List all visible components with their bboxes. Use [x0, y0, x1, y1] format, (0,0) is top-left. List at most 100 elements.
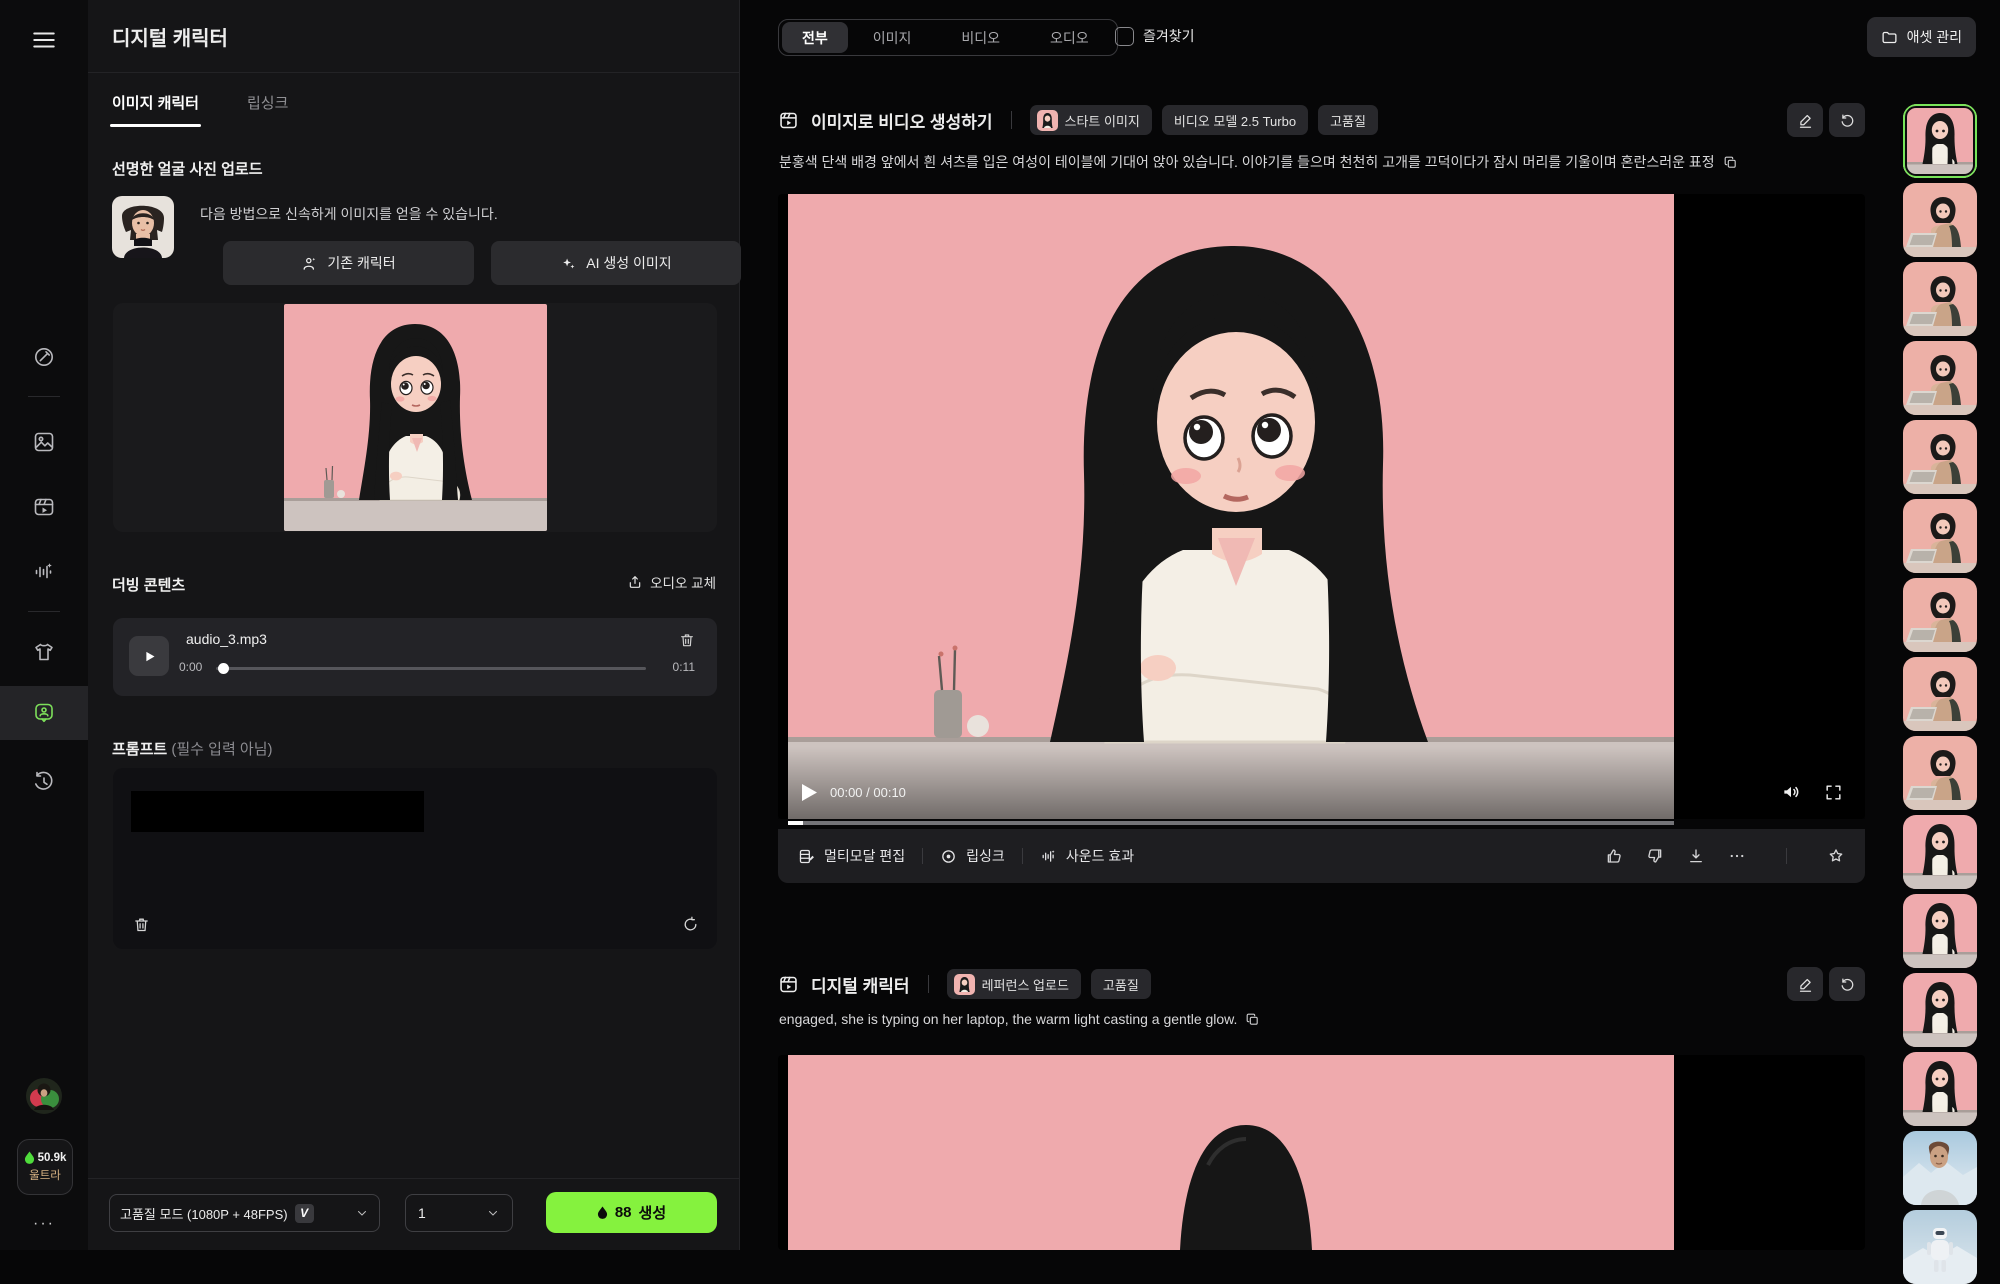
badge-레퍼런스 업로드[interactable]: 레퍼런스 업로드	[947, 969, 1081, 999]
digital-character-card: 디지털 캐릭터 레퍼런스 업로드고품질 engaged, she is typi…	[778, 967, 1865, 1250]
character-image-player[interactable]	[778, 1055, 1865, 1250]
history-thumbnail-6[interactable]	[1903, 499, 1977, 573]
history-thumbnail-14[interactable]	[1903, 1131, 1977, 1205]
prompt-label: 프롬프트	[112, 741, 167, 758]
more-options-icon[interactable]	[1728, 847, 1746, 865]
history-thumbnail-8[interactable]	[1903, 657, 1977, 731]
pencil-icon	[1797, 976, 1814, 993]
edit-button[interactable]	[1787, 103, 1823, 137]
generate-label: 생성	[639, 1202, 667, 1223]
wardrobe-tool-icon[interactable]	[0, 625, 88, 679]
generate-cost: 88	[615, 1204, 632, 1221]
existing-character-button[interactable]: 기존 캐릭터	[223, 241, 474, 285]
badge-label: 비디오 모델 2.5 Turbo	[1174, 111, 1296, 130]
credit-flame-icon	[24, 1151, 35, 1164]
badge-고품질[interactable]: 고품질	[1091, 969, 1151, 999]
history-thumbnail-11[interactable]	[1903, 894, 1977, 968]
upload-section-heading: 선명한 얼굴 사진 업로드	[112, 158, 263, 179]
history-thumbnail-9[interactable]	[1903, 736, 1977, 810]
audio-seek-bar[interactable]	[216, 667, 646, 670]
credits-badge[interactable]: 50.9k 울트라	[17, 1139, 73, 1195]
download-icon[interactable]	[1687, 847, 1705, 865]
filter-tab-비디오[interactable]: 비디오	[936, 22, 1025, 53]
hamburger-menu-icon[interactable]	[24, 22, 64, 58]
volume-icon[interactable]	[1781, 782, 1801, 802]
filter-tab-오디오[interactable]: 오디오	[1025, 22, 1114, 53]
action-사운드 효과[interactable]: 사운드 효과	[1040, 846, 1134, 866]
replace-audio-button[interactable]: 오디오 교체	[627, 572, 716, 592]
fullscreen-icon[interactable]	[1824, 783, 1843, 802]
prompt-textarea[interactable]	[113, 768, 717, 949]
regenerate-button[interactable]	[1829, 967, 1865, 1001]
favorite-star-icon[interactable]	[1827, 847, 1845, 865]
thumbs-down-icon[interactable]	[1646, 847, 1664, 865]
upload-hint: 다음 방법으로 신속하게 이미지를 얻을 수 있습니다.	[200, 204, 498, 224]
existing-character-label: 기존 캐릭터	[327, 253, 395, 273]
prompt-refresh-icon[interactable]	[682, 916, 699, 933]
divider	[922, 848, 923, 864]
badge-고품질[interactable]: 고품질	[1318, 105, 1378, 135]
badge-비디오 모델 2.5 Turbo[interactable]: 비디오 모델 2.5 Turbo	[1162, 105, 1308, 135]
favorites-toggle[interactable]: 즐겨찾기	[1115, 26, 1195, 46]
video-time: 00:00 / 00:10	[830, 785, 906, 800]
generation-count-select[interactable]: 1	[405, 1194, 513, 1232]
redo-icon	[1839, 112, 1856, 129]
creation-tool-icon[interactable]	[0, 330, 88, 384]
history-thumbnail-2[interactable]	[1903, 183, 1977, 257]
badge-avatar-thumbnail	[1037, 110, 1058, 131]
character-image-preview[interactable]	[113, 303, 717, 532]
regenerate-button[interactable]	[1829, 103, 1865, 137]
digital-character-tool-icon[interactable]	[0, 686, 88, 740]
audio-tool-icon[interactable]	[0, 545, 88, 599]
image-tool-icon[interactable]	[0, 415, 88, 469]
history-thumbnail-10[interactable]	[1903, 815, 1977, 889]
badge-스타트 이미지[interactable]: 스타트 이미지	[1030, 105, 1152, 135]
user-avatar[interactable]	[26, 1078, 62, 1114]
history-thumbnail-5[interactable]	[1903, 420, 1977, 494]
tab-lipsync[interactable]: 립싱크	[247, 92, 288, 127]
copy-icon[interactable]	[1723, 155, 1738, 170]
quality-mode-select[interactable]: 고품질 모드 (1080P + 48FPS) V	[109, 1194, 380, 1232]
video-tool-icon[interactable]	[0, 480, 88, 534]
thumbs-up-icon[interactable]	[1605, 847, 1623, 865]
action-멀티모달 편집[interactable]: 멀티모달 편집	[798, 846, 905, 866]
audio-play-button[interactable]	[129, 636, 169, 676]
panel-tabs: 이미지 캐릭터 립싱크	[112, 92, 288, 127]
video-progress-bar[interactable]	[788, 821, 1674, 825]
action-립싱크[interactable]: 립싱크	[940, 846, 1005, 866]
card-badges: 레퍼런스 업로드 고품질	[947, 969, 1151, 999]
history-thumbnail-13[interactable]	[1903, 1052, 1977, 1126]
prompt-clear-icon[interactable]	[133, 916, 150, 933]
audio-delete-icon[interactable]	[679, 632, 695, 648]
video-player[interactable]: 00:00 / 00:10	[778, 194, 1865, 819]
copy-icon[interactable]	[1245, 1012, 1260, 1027]
divider	[928, 975, 929, 993]
audio-file-name: audio_3.mp3	[186, 631, 267, 647]
tab-image-character[interactable]: 이미지 캐릭터	[112, 92, 199, 127]
generation-footer: 고품질 모드 (1080P + 48FPS) V 1 88 생성	[88, 1178, 740, 1250]
history-thumbnail-3[interactable]	[1903, 262, 1977, 336]
ai-generate-image-button[interactable]: AI 생성 이미지	[491, 241, 741, 285]
history-icon[interactable]	[0, 755, 88, 809]
favorites-checkbox[interactable]	[1115, 27, 1134, 46]
history-thumbnail-12[interactable]	[1903, 973, 1977, 1047]
badge-label: 스타트 이미지	[1065, 111, 1140, 130]
history-thumbnail-4[interactable]	[1903, 341, 1977, 415]
audio-seek-knob[interactable]	[218, 663, 229, 674]
video-frame	[788, 194, 1674, 819]
history-thumbnail-1-selected[interactable]	[1903, 104, 1977, 178]
rail-more-button[interactable]: ···	[0, 1210, 88, 1238]
filter-tab-전부[interactable]: 전부	[782, 22, 848, 53]
history-thumbnail-15[interactable]	[1903, 1210, 1977, 1284]
history-thumbnail-7[interactable]	[1903, 578, 1977, 652]
membership-v-badge: V	[295, 1204, 314, 1223]
media-filter-tabs: 전부이미지비디오오디오	[778, 19, 1118, 56]
filter-tab-이미지[interactable]: 이미지	[848, 22, 937, 53]
folder-icon	[1881, 29, 1898, 46]
generate-button[interactable]: 88 생성	[546, 1192, 717, 1233]
video-generation-card: 이미지로 비디오 생성하기 스타트 이미지비디오 모델 2.5 Turbo고품질…	[778, 103, 1865, 883]
asset-manager-button[interactable]: 애셋 관리	[1867, 17, 1976, 57]
prompt-heading: 프롬프트 (필수 입력 아님)	[112, 738, 273, 759]
edit-button[interactable]	[1787, 967, 1823, 1001]
video-play-button[interactable]	[802, 784, 817, 801]
